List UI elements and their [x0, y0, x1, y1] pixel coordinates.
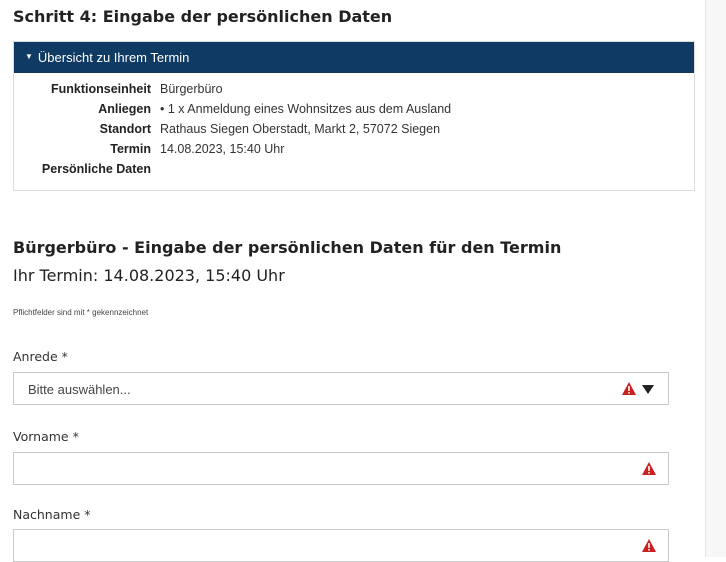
overview-row-standort: Standort Rathaus Siegen Oberstadt, Markt… — [14, 122, 696, 138]
overview-value: 14.08.2023, 15:40 Uhr — [160, 142, 285, 156]
overview-label: Standort — [99, 122, 151, 136]
overview-row-funktionseinheit: Funktionseinheit Bürgerbüro — [14, 82, 696, 98]
overview-header-label: Übersicht zu Ihrem Termin — [37, 50, 190, 65]
appointment-overview-panel: ▼ Übersicht zu Ihrem Termin Funktionsein… — [13, 41, 695, 191]
overview-row-termin: Termin 14.08.2023, 15:40 Uhr — [14, 142, 696, 158]
page-scrollbar[interactable] — [705, 0, 726, 557]
vorname-label: Vorname * — [13, 429, 79, 444]
appointment-time: Ihr Termin: 14.08.2023, 15:40 Uhr — [13, 266, 285, 285]
warning-triangle-icon — [642, 539, 656, 552]
step-title: Schritt 4: Eingabe der persönlichen Date… — [13, 7, 393, 26]
anrede-select[interactable]: Bitte auswählen... — [13, 372, 669, 405]
overview-label: Anliegen — [98, 102, 151, 116]
vorname-input[interactable] — [13, 452, 669, 485]
caret-down-icon: ▼ — [25, 52, 33, 61]
overview-row-persoenliche-daten: Persönliche Daten — [14, 162, 696, 178]
anrede-label: Anrede * — [13, 349, 68, 364]
dropdown-arrow-icon[interactable] — [642, 385, 654, 394]
overview-value: Bürgerbüro — [160, 82, 223, 96]
form-heading: Bürgerbüro - Eingabe der persönlichen Da… — [13, 238, 562, 257]
overview-value: • 1 x Anmeldung eines Wohnsitzes aus dem… — [160, 102, 452, 116]
required-fields-note: Pflichtfelder sind mit * gekennzeichnet — [13, 308, 149, 317]
anrede-selected-value: Bitte auswählen... — [28, 382, 131, 397]
overview-label: Funktionseinheit — [51, 82, 151, 96]
overview-value: Rathaus Siegen Oberstadt, Markt 2, 57072… — [160, 122, 441, 136]
warning-triangle-icon — [622, 382, 636, 395]
overview-toggle[interactable]: ▼ Übersicht zu Ihrem Termin — [14, 42, 694, 73]
overview-label: Termin — [110, 142, 151, 156]
overview-row-anliegen: Anliegen • 1 x Anmeldung eines Wohnsitze… — [14, 102, 696, 118]
nachname-input[interactable] — [13, 529, 669, 562]
warning-triangle-icon — [642, 462, 656, 475]
overview-label: Persönliche Daten — [41, 162, 151, 176]
nachname-label: Nachname * — [13, 507, 91, 522]
